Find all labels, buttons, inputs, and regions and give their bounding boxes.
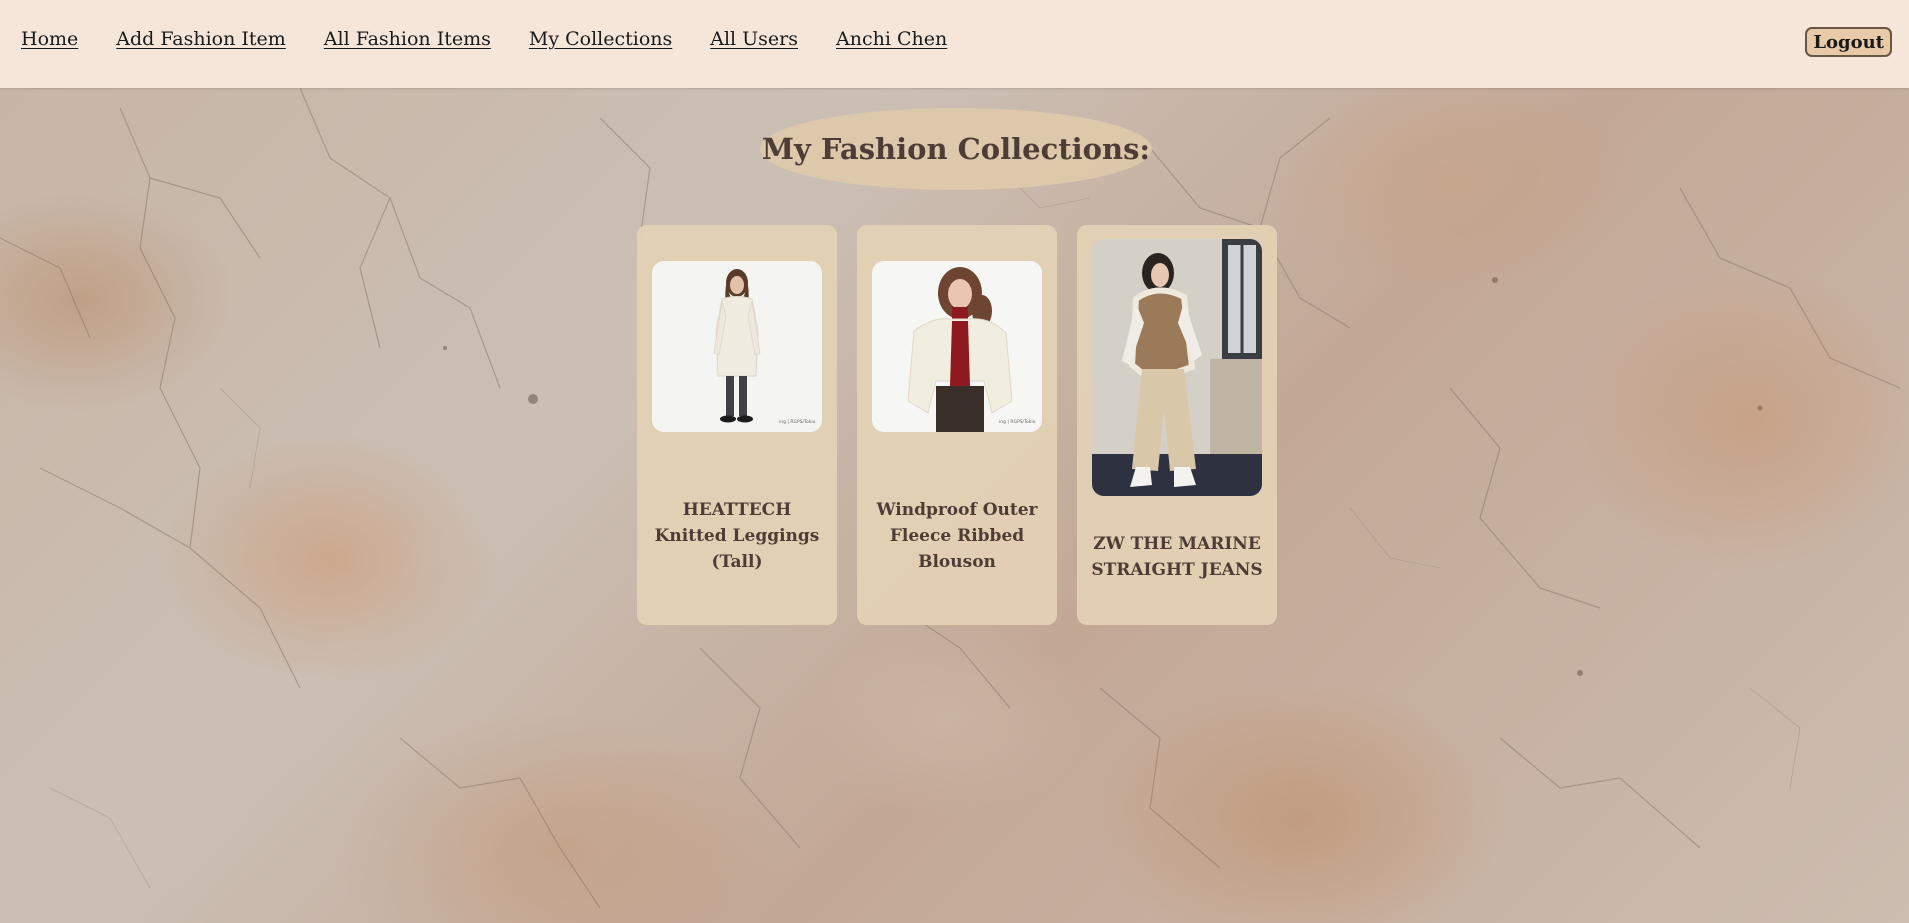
top-navbar: Home Add Fashion Item All Fashion Items … <box>0 0 1909 88</box>
item-image[interactable] <box>1092 239 1262 496</box>
nav-home-link[interactable]: Home <box>21 28 78 50</box>
item-title[interactable]: HEATTECH Knitted Leggings (Tall) <box>647 497 827 575</box>
item-photo-blouson: ing | RGPS/Tokio <box>872 261 1042 432</box>
logout-button[interactable]: Logout <box>1805 27 1892 57</box>
page-title: My Fashion Collections: <box>761 132 1151 166</box>
collection-card[interactable]: ing | RGPS/Tokio HEATTECH Knitted Leggin… <box>637 225 837 625</box>
item-photo-leggings: ing | RGPS/Tokio <box>652 261 822 432</box>
item-title[interactable]: ZW THE MARINE STRAIGHT JEANS <box>1087 531 1267 583</box>
nav-links: Home Add Fashion Item All Fashion Items … <box>21 28 985 50</box>
page-title-banner: My Fashion Collections: <box>760 108 1152 190</box>
item-photo-jeans <box>1092 239 1262 496</box>
collection-card[interactable]: ZW THE MARINE STRAIGHT JEANS <box>1077 225 1277 625</box>
item-title[interactable]: Windproof Outer Fleece Ribbed Blouson <box>867 497 1047 575</box>
nav-my-collections-link[interactable]: My Collections <box>529 28 672 50</box>
image-caption: ing | RGPS/Tokio <box>999 419 1036 425</box>
collection-card[interactable]: ing | RGPS/Tokio Windproof Outer Fleece … <box>857 225 1057 625</box>
image-caption: ing | RGPS/Tokio <box>779 419 816 425</box>
nav-all-fashion-items-link[interactable]: All Fashion Items <box>324 28 491 50</box>
nav-all-users-link[interactable]: All Users <box>710 28 798 50</box>
item-image[interactable]: ing | RGPS/Tokio <box>652 261 822 432</box>
nav-add-fashion-item-link[interactable]: Add Fashion Item <box>116 28 286 50</box>
item-image[interactable]: ing | RGPS/Tokio <box>872 261 1042 432</box>
nav-user-profile-link[interactable]: Anchi Chen <box>836 28 947 50</box>
